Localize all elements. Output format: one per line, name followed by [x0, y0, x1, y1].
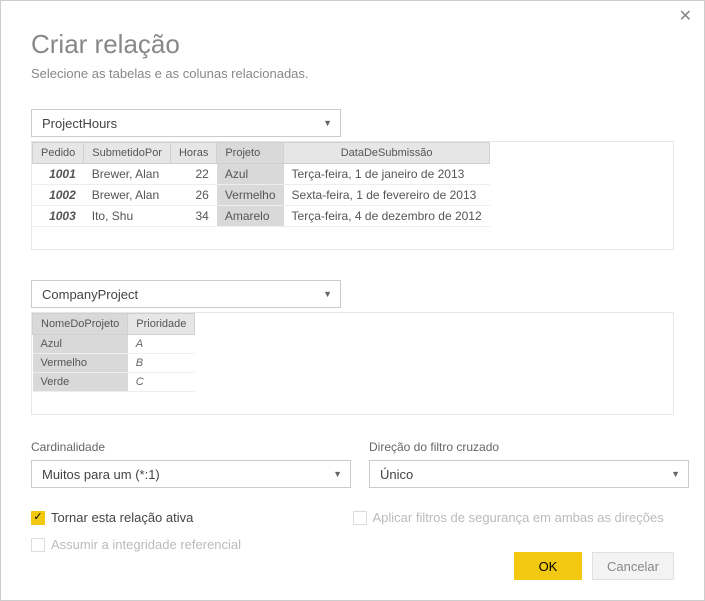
table1-grid: Pedido SubmetidoPor Horas Projeto DataDe… — [32, 142, 490, 227]
chevron-down-icon: ▼ — [323, 289, 332, 299]
table2-dropdown[interactable]: CompanyProject ▼ — [31, 280, 341, 308]
create-relationship-dialog: ✕ Criar relação Selecione as tabelas e a… — [0, 0, 705, 601]
cardinality-label: Cardinalidade — [31, 440, 351, 454]
col-submetidopor[interactable]: SubmetidoPor — [84, 143, 171, 164]
dialog-footer: OK Cancelar — [514, 552, 674, 580]
assume-integrity-checkbox-row: Assumir a integridade referencial — [31, 537, 353, 552]
security-filter-checkbox-row: Aplicar filtros de segurança em ambas as… — [353, 510, 675, 525]
table-row: 1001 Brewer, Alan 22 Azul Terça-feira, 1… — [33, 164, 490, 185]
security-filter-label: Aplicar filtros de segurança em ambas as… — [373, 510, 664, 525]
table1-dropdown-value: ProjectHours — [42, 116, 117, 131]
col-nomedoprojeto[interactable]: NomeDoProjeto — [33, 314, 128, 335]
checkbox-empty-icon — [31, 538, 45, 552]
col-horas[interactable]: Horas — [170, 143, 216, 164]
chevron-down-icon: ▼ — [333, 469, 342, 479]
ok-button[interactable]: OK — [514, 552, 582, 580]
table1-preview: Pedido SubmetidoPor Horas Projeto DataDe… — [31, 141, 674, 250]
dialog-title: Criar relação — [31, 29, 674, 60]
checkbox-checked-icon: ✓ — [31, 511, 45, 525]
crossfilter-value: Único — [380, 467, 413, 482]
active-relationship-checkbox-row[interactable]: ✓ Tornar esta relação ativa — [31, 510, 353, 525]
table1-dropdown[interactable]: ProjectHours ▼ — [31, 109, 341, 137]
table-row: Vermelho B — [33, 354, 195, 373]
table2-dropdown-value: CompanyProject — [42, 287, 138, 302]
active-relationship-label: Tornar esta relação ativa — [51, 510, 193, 525]
dialog-subtitle: Selecione as tabelas e as colunas relaci… — [31, 66, 674, 81]
cardinality-dropdown[interactable]: Muitos para um (*:1) ▼ — [31, 460, 351, 488]
table2-preview: NomeDoProjeto Prioridade Azul A Vermelho… — [31, 312, 674, 415]
table1-header-row: Pedido SubmetidoPor Horas Projeto DataDe… — [33, 143, 490, 164]
close-icon[interactable]: ✕ — [679, 9, 692, 25]
options-row: Cardinalidade Muitos para um (*:1) ▼ Dir… — [31, 440, 674, 492]
table-row: 1003 Ito, Shu 34 Amarelo Terça-feira, 4 … — [33, 206, 490, 227]
col-projeto[interactable]: Projeto — [217, 143, 284, 164]
crossfilter-label: Direção do filtro cruzado — [369, 440, 689, 454]
col-pedido[interactable]: Pedido — [33, 143, 84, 164]
checkbox-empty-icon — [353, 511, 367, 525]
chevron-down-icon: ▼ — [323, 118, 332, 128]
cardinality-value: Muitos para um (*:1) — [42, 467, 160, 482]
col-prioridade[interactable]: Prioridade — [128, 314, 195, 335]
table-row: 1002 Brewer, Alan 26 Vermelho Sexta-feir… — [33, 185, 490, 206]
col-datadesubmissao[interactable]: DataDeSubmissão — [284, 143, 490, 164]
cancel-button[interactable]: Cancelar — [592, 552, 674, 580]
assume-integrity-label: Assumir a integridade referencial — [51, 537, 241, 552]
table-row: Verde C — [33, 373, 195, 392]
table2-grid: NomeDoProjeto Prioridade Azul A Vermelho… — [32, 313, 195, 392]
chevron-down-icon: ▼ — [671, 469, 680, 479]
table-row: Azul A — [33, 335, 195, 354]
table2-header-row: NomeDoProjeto Prioridade — [33, 314, 195, 335]
crossfilter-dropdown[interactable]: Único ▼ — [369, 460, 689, 488]
